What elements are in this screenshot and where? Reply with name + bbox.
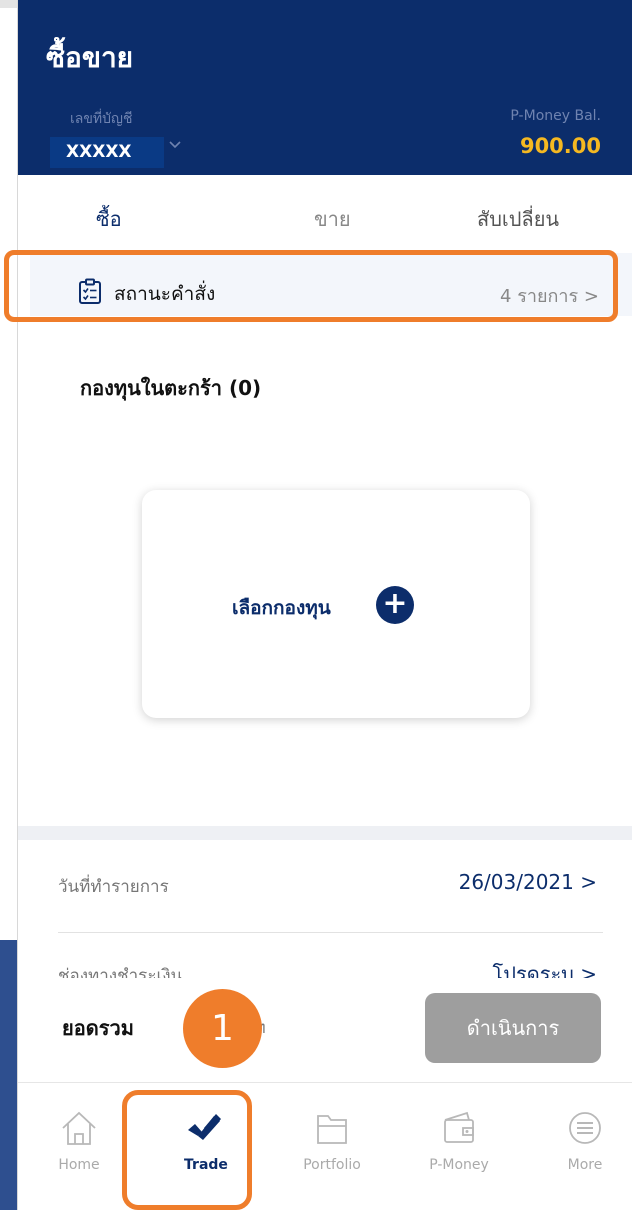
total-bar: ยอดรวม าท ดำเนินการ (18, 978, 632, 1078)
select-fund-label: เลือกกองทุน (232, 597, 331, 619)
nav-item-portfolio[interactable]: Portfolio (282, 1083, 382, 1210)
cart-title: กองทุนในตะกร้า (0) (80, 376, 262, 400)
nav-item-home[interactable]: Home (29, 1083, 129, 1210)
wallet-icon (444, 1111, 474, 1143)
trade-tabs: ซื้อ ขาย สับเปลี่ยน (18, 175, 632, 253)
select-fund-card[interactable]: เลือกกองทุน + (142, 490, 530, 718)
order-status-highlight (4, 250, 618, 322)
bottom-nav: Home Trade Portfolio P-Money More (18, 1082, 632, 1210)
step-number-badge: 1 (183, 989, 262, 1068)
row-divider (58, 932, 603, 933)
balance-label: P-Money Bal. (510, 108, 601, 124)
app-header: ซื้อขาย เลขที่บัญชี XXXXX P-Money Bal. 9… (18, 0, 632, 175)
account-number[interactable]: XXXXX (50, 137, 164, 168)
background-strip-top (0, 0, 17, 8)
payment-method-row[interactable]: ช่องทางชำระเงิน โปรดระบุ > (18, 952, 632, 978)
transaction-date-value[interactable]: 26/03/2021 > (459, 870, 597, 894)
add-fund-icon[interactable]: + (376, 586, 414, 624)
chevron-down-icon[interactable] (166, 135, 184, 153)
page-title: ซื้อขาย (46, 41, 134, 74)
menu-icon (569, 1112, 601, 1144)
payment-method-value[interactable]: โปรดระบุ > (493, 958, 597, 978)
total-label: ยอดรวม (62, 1016, 134, 1040)
proceed-button[interactable]: ดำเนินการ (425, 993, 601, 1063)
phone-screen: ซื้อขาย เลขที่บัญชี XXXXX P-Money Bal. 9… (17, 0, 632, 1210)
balance-value: 900.00 (519, 134, 601, 158)
tab-buy[interactable]: ซื้อ (96, 203, 122, 235)
nav-label-more: More (567, 1157, 603, 1173)
transaction-date-label: วันที่ทำรายการ (58, 877, 169, 897)
nav-label-portfolio: Portfolio (303, 1157, 361, 1173)
account-label: เลขที่บัญชี (70, 111, 133, 127)
nav-item-pmoney[interactable]: P-Money (409, 1083, 509, 1210)
section-divider (18, 826, 632, 840)
nav-item-more[interactable]: More (535, 1083, 632, 1210)
nav-label-pmoney: P-Money (429, 1157, 489, 1173)
folder-icon (317, 1115, 347, 1144)
home-icon (62, 1111, 96, 1145)
background-strip-blue (0, 940, 17, 1210)
payment-method-label: ช่องทางชำระเงิน (58, 966, 183, 978)
tab-switch[interactable]: สับเปลี่ยน (477, 203, 559, 235)
nav-label-home: Home (58, 1157, 100, 1173)
trade-nav-highlight (122, 1090, 252, 1210)
tab-sell[interactable]: ขาย (314, 203, 351, 235)
